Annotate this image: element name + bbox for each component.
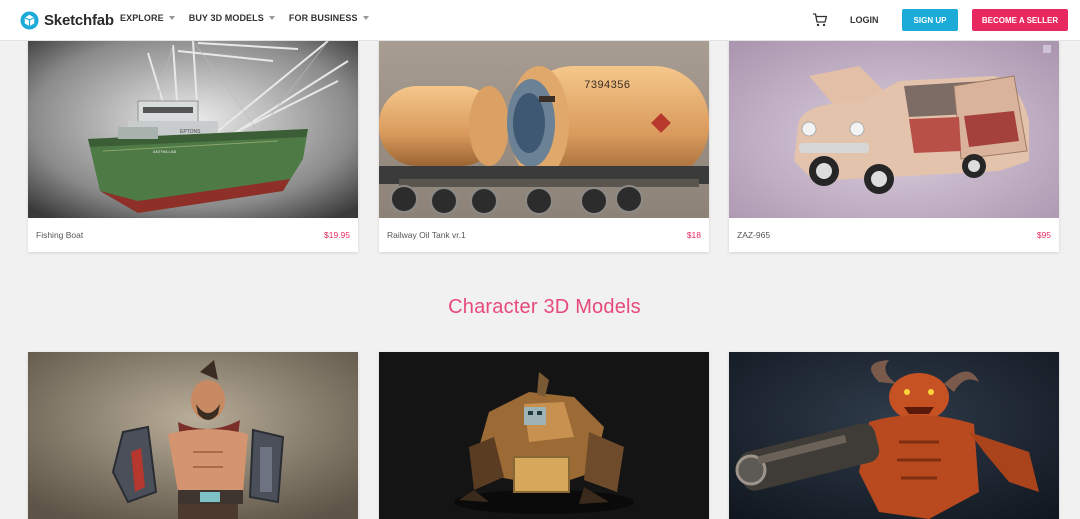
site-header: Sketchfab EXPLORE BUY 3D MODELS FOR BUSI… <box>0 0 1080 41</box>
warrior-thumbnail[interactable] <box>28 352 358 519</box>
card-meta: Railway Oil Tank vr.1 $18 <box>379 218 709 252</box>
model-name[interactable]: Fishing Boat <box>36 230 83 240</box>
train-number-text: 7394356 <box>584 80 630 92</box>
become-seller-button[interactable]: BECOME A SELLER <box>972 9 1068 31</box>
warrior-character-image <box>28 352 358 519</box>
nav-explore-label: EXPLORE <box>120 13 164 23</box>
fishing-boat-image: EPTONS ANTHIA LAB <box>28 41 358 218</box>
model-price: $19.95 <box>324 230 350 240</box>
robot-character-image <box>379 352 709 519</box>
model-card-warrior[interactable] <box>28 352 358 519</box>
vintage-car-image <box>729 41 1059 218</box>
bookmark-icon[interactable] <box>1043 45 1051 53</box>
main-nav: EXPLORE BUY 3D MODELS FOR BUSINESS <box>120 13 383 23</box>
demon-character-image <box>729 352 1059 519</box>
chevron-down-icon <box>168 16 175 20</box>
svg-text:ANTHIA LAB: ANTHIA LAB <box>153 149 176 154</box>
oil-tank-wagon-image: 7394356 <box>379 41 709 218</box>
nav-buy-3d-models[interactable]: BUY 3D MODELS <box>189 13 275 23</box>
section-title: Character 3D Models <box>448 296 641 318</box>
logo-text: Sketchfab <box>44 11 114 29</box>
nav-business-label: FOR BUSINESS <box>288 13 358 23</box>
chevron-down-icon <box>268 16 275 20</box>
model-card-zaz-965[interactable]: ZAZ-965 $95 <box>729 41 1059 252</box>
model-price: $95 <box>1036 230 1051 240</box>
model-name[interactable]: ZAZ-965 <box>737 230 770 240</box>
robot-thumbnail[interactable] <box>379 352 709 519</box>
zaz-965-thumbnail[interactable] <box>729 41 1059 218</box>
fishing-boat-thumbnail[interactable]: EPTONS ANTHIA LAB <box>28 41 358 218</box>
chevron-down-icon <box>362 16 369 20</box>
nav-buy-label: BUY 3D MODELS <box>188 13 264 23</box>
model-name[interactable]: Railway Oil Tank vr.1 <box>387 230 466 240</box>
login-link[interactable]: LOGIN <box>850 15 879 25</box>
nav-for-business[interactable]: FOR BUSINESS <box>289 13 369 23</box>
nav-explore[interactable]: EXPLORE <box>120 13 175 23</box>
demon-thumbnail[interactable] <box>729 352 1059 519</box>
model-card-railway-oil-tank[interactable]: 7394356 Railway Oil Tank vr.1 $18 <box>379 41 709 252</box>
sketchfab-logo-icon <box>20 10 39 30</box>
model-card-fishing-boat[interactable]: EPTONS ANTHIA LAB Fishing Boat $19.95 <box>28 41 358 252</box>
card-meta: ZAZ-965 $95 <box>729 218 1059 252</box>
model-card-demon[interactable] <box>729 352 1059 519</box>
model-card-robot[interactable] <box>379 352 709 519</box>
model-price: $18 <box>686 230 701 240</box>
card-meta: Fishing Boat $19.95 <box>28 218 358 252</box>
cart-icon[interactable] <box>812 12 828 28</box>
oil-tank-thumbnail[interactable]: 7394356 <box>379 41 709 218</box>
sketchfab-logo[interactable]: Sketchfab <box>20 9 114 31</box>
sign-up-button[interactable]: SIGN UP <box>902 9 958 31</box>
